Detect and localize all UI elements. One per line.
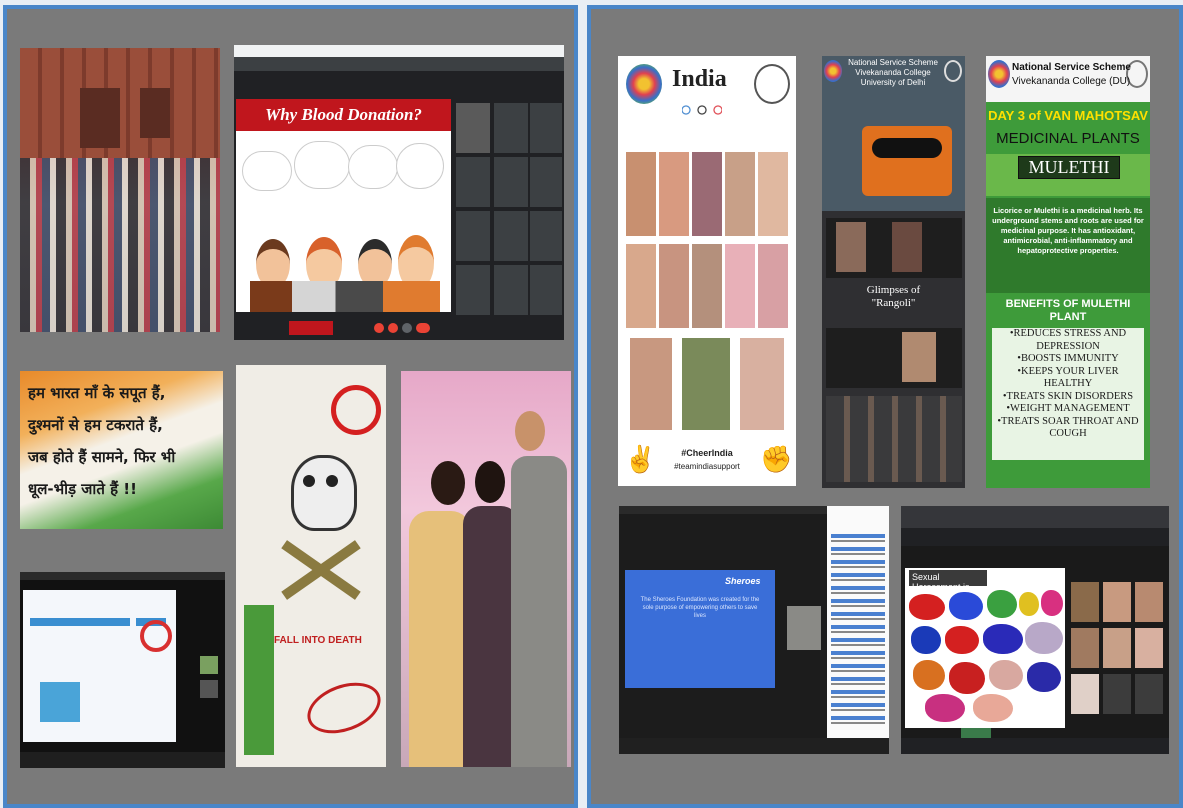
mulethi-plant-name: MULETHI (1018, 156, 1120, 179)
benefit-item: •WEIGHT MANAGEMENT (1006, 403, 1130, 414)
blood-donation-meeting-screen: Why Blood Donation? (234, 45, 564, 340)
right-collage-panel: India ✌ ✊ #CheerIndia #teamindiasupport … (587, 5, 1183, 808)
rangoli-header-university: University of Delhi (860, 78, 926, 87)
poster-word-death: DEATH (328, 635, 362, 646)
rangoli-caption-2: "Rangoli" (871, 297, 916, 309)
sheroes-webinar-screen: Sheroes The Sheroes Foundation was creat… (619, 506, 889, 754)
mulethi-poster: National Service Scheme Vivekananda Coll… (986, 56, 1150, 488)
poem-line-4: धूल-भीड़ जाते हैं !! (28, 480, 137, 498)
sheroes-brand: Sheroes (725, 576, 761, 586)
harassment-title: Sexual Harassment is... (909, 570, 987, 592)
poster-title-india: India (672, 66, 727, 92)
webinar-screen-left (20, 572, 225, 768)
mulethi-org: National Service Scheme (1012, 62, 1131, 73)
benefit-item: •KEEPS YOUR LIVER HEALTHY (1017, 365, 1119, 390)
mulethi-benefits-title: BENEFITS OF MULETHI PLANT (1005, 298, 1131, 323)
rangoli-header-nss: National Service Scheme (848, 58, 938, 67)
photo-students-courtyard (20, 48, 220, 332)
blood-donation-slide: Why Blood Donation? (236, 99, 451, 312)
sheroes-body: The Sheroes Foundation was created for t… (640, 597, 760, 619)
rangoli-glimpses-poster: National Service Scheme Vivekananda Coll… (822, 56, 965, 488)
benefit-item: •REDUCES STRESS AND DEPRESSION (1009, 328, 1127, 352)
mulethi-day: DAY 3 of VAN MAHOTSAV (988, 108, 1148, 123)
hindi-poem-card: हम भारत माँ के सपूत हैं, दुश्मनों से हम … (20, 371, 223, 529)
benefit-item: •TREATS SKIN DISORDERS (1002, 390, 1134, 402)
benefit-item: •BOOSTS IMMUNITY (1017, 353, 1119, 364)
poem-line-1: हम भारत माँ के सपूत हैं, (28, 384, 166, 402)
mulethi-description: Licorice or Mulethi is a medicinal herb.… (992, 206, 1144, 255)
harassment-webinar-screen: Sexual Harassment is... (901, 506, 1169, 754)
benefit-item: •TREATS SOAR THROAT AND COUGH (997, 415, 1139, 440)
rangoli-caption-1: Glimpses of (866, 284, 921, 296)
hashtag-team-india: #teamindiasupport (674, 462, 740, 471)
hashtag-cheer-india: #CheerIndia (681, 448, 733, 458)
mulethi-topic: MEDICINAL PLANTS (996, 130, 1140, 147)
blood-title-main: Blood Donation? (301, 105, 422, 124)
rangoli-header-college: Vivekananda College (855, 68, 931, 77)
harassment-slide: Sexual Harassment is... (905, 568, 1065, 728)
poem-line-3: जब होते हैं सामने, फिर भी (28, 448, 176, 466)
blood-title-prefix: Why (265, 105, 298, 124)
poster-word-fall: FALL (274, 635, 299, 646)
mulethi-benefits-list: •REDUCES STRESS AND DEPRESSION •BOOSTS I… (992, 328, 1144, 460)
poem-line-2: दुश्मनों से हम टकराते हैं, (28, 416, 163, 434)
mulethi-college: Vivekananda College (DU) (1012, 76, 1131, 87)
sheroes-slide: Sheroes The Sheroes Foundation was creat… (625, 570, 775, 688)
cheer-india-poster: India ✌ ✊ #CheerIndia #teamindiasupport (618, 56, 796, 486)
anti-drug-poster: FALL INTO DEATH (236, 365, 386, 767)
left-collage-panel: Why Blood Donation? हम भारत माँ के सपूत … (3, 5, 578, 808)
poster-word-into: INTO (301, 635, 326, 646)
photo-family-event (401, 371, 571, 767)
